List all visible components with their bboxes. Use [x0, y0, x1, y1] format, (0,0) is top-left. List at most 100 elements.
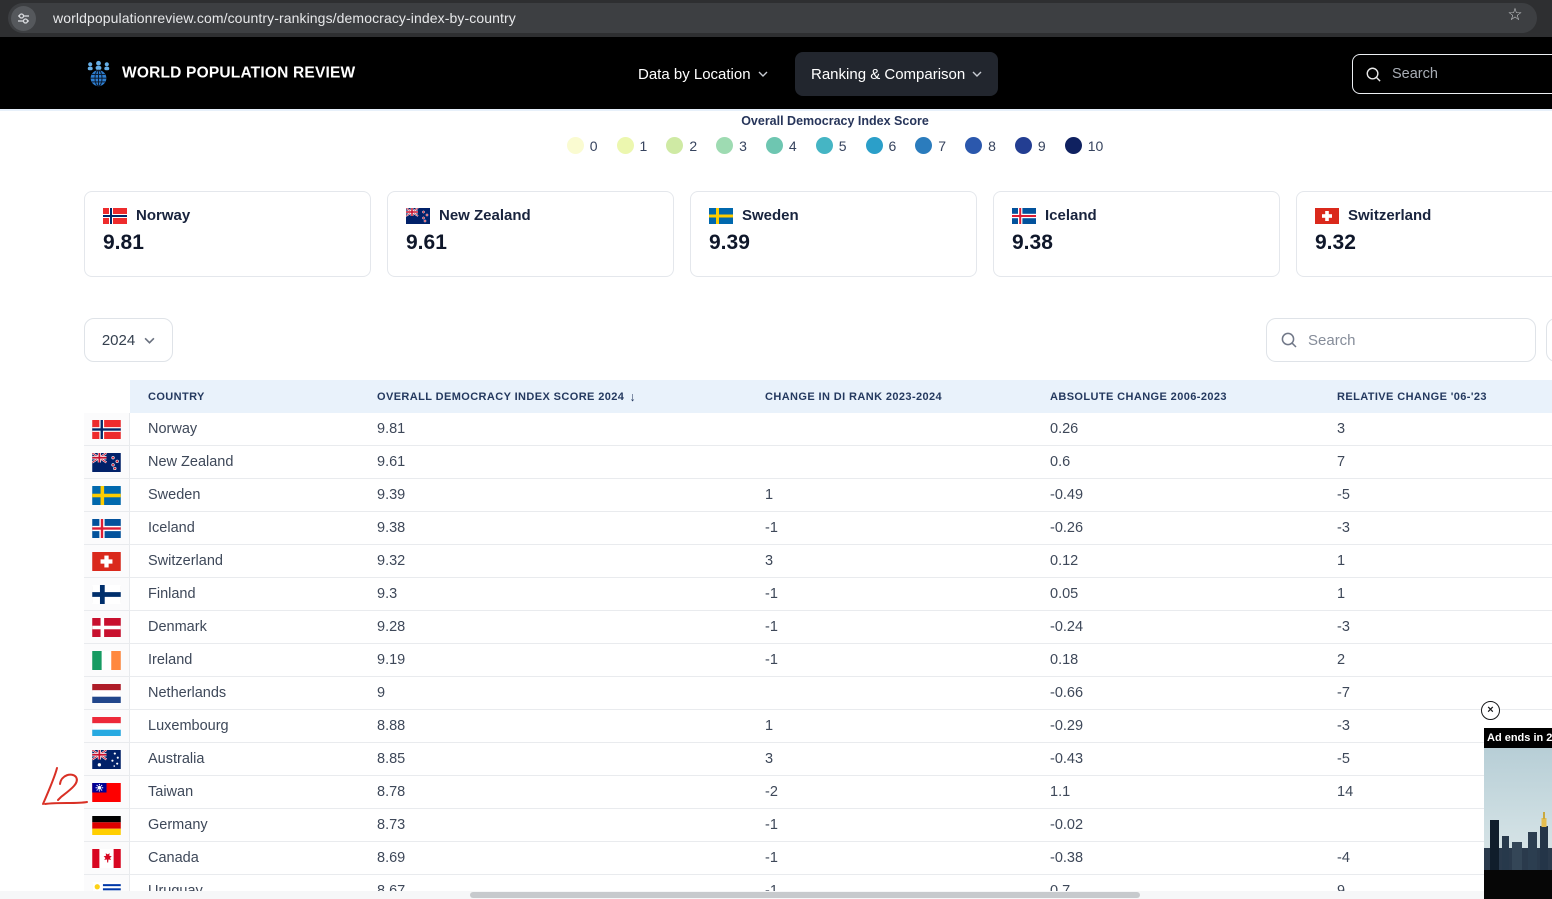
rank-change-cell: -1 — [747, 842, 1032, 874]
flag-cell — [84, 446, 130, 478]
absolute-change-cell: 0.12 — [1032, 545, 1319, 577]
score-cell: 9.3 — [359, 578, 747, 610]
country-name-cell[interactable]: Norway — [130, 413, 359, 445]
country-name-cell[interactable]: Luxembourg — [130, 710, 359, 742]
flag-new-zealand-icon — [406, 208, 430, 224]
country-name-cell[interactable]: Iceland — [130, 512, 359, 544]
table-search-input[interactable] — [1308, 332, 1498, 349]
score-cell: 8.78 — [359, 776, 747, 808]
nav-search-input[interactable] — [1392, 66, 1512, 82]
score-cell: 9.28 — [359, 611, 747, 643]
country-name-cell[interactable]: Taiwan — [130, 776, 359, 808]
column-header-rank-change[interactable]: CHANGE IN DI RANK 2023-2024 — [747, 380, 1032, 413]
country-name-cell[interactable]: Netherlands — [130, 677, 359, 709]
country-name-cell[interactable]: Sweden — [130, 479, 359, 511]
red-pen-annotation — [14, 758, 94, 816]
clipped-control-button[interactable] — [1546, 318, 1552, 362]
column-header-relative-change[interactable]: RELATIVE CHANGE '06-'23 — [1319, 380, 1552, 413]
star-icon[interactable]: ☆ — [1506, 6, 1524, 24]
table-row[interactable]: Germany 8.73 -1 -0.02 — [84, 809, 1552, 842]
table-row[interactable]: Norway 9.81 0.26 3 — [84, 413, 1552, 446]
table-row[interactable]: Netherlands 9 -0.66 -7 — [84, 677, 1552, 710]
country-score-card[interactable]: Norway 9.81 — [84, 191, 371, 277]
nav-search-box[interactable] — [1352, 54, 1552, 94]
country-name-cell[interactable]: Finland — [130, 578, 359, 610]
country-name-cell[interactable]: Denmark — [130, 611, 359, 643]
globe-people-logo-icon — [84, 59, 113, 88]
relative-change-cell: -5 — [1319, 479, 1552, 511]
country-name-cell[interactable]: Switzerland — [130, 545, 359, 577]
site-logo[interactable]: WORLD POPULATION REVIEW — [84, 59, 355, 88]
country-name-cell[interactable]: Ireland — [130, 644, 359, 676]
table-row[interactable]: Taiwan 8.78 -2 1.1 14 — [84, 776, 1552, 809]
legend-item: 1 — [617, 137, 648, 154]
legend-value-label: 0 — [590, 138, 598, 154]
legend-color-dot — [666, 137, 683, 154]
flag-cell — [84, 479, 130, 511]
site-settings-button[interactable] — [11, 6, 36, 31]
ad-skyline-image[interactable] — [1484, 748, 1552, 870]
country-name-cell[interactable]: Canada — [130, 842, 359, 874]
legend-color-dot — [1015, 137, 1032, 154]
year-select[interactable]: 2024 — [84, 318, 173, 362]
card-score-value: 9.39 — [709, 231, 958, 255]
flag-iceland-icon — [92, 519, 121, 538]
flag-denmark-icon — [92, 618, 121, 637]
rank-change-cell — [747, 446, 1032, 478]
ad-banner[interactable]: Ad ends in 2 — [1484, 728, 1552, 899]
table-row[interactable]: Australia 8.85 3 -0.43 -5 — [84, 743, 1552, 776]
site-header: WORLD POPULATION REVIEW Data by Location… — [0, 37, 1552, 111]
table-row[interactable]: Canada 8.69 -1 -0.38 -4 — [84, 842, 1552, 875]
table-row[interactable]: Sweden 9.39 1 -0.49 -5 — [84, 479, 1552, 512]
card-country-name: Switzerland — [1348, 207, 1431, 224]
nav-data-by-location[interactable]: Data by Location — [638, 37, 768, 111]
column-header-score[interactable]: OVERALL DEMOCRACY INDEX SCORE 2024 ↓ — [359, 380, 747, 413]
ad-bottom-strip — [1484, 870, 1552, 899]
country-name-cell[interactable]: Germany — [130, 809, 359, 841]
address-box[interactable]: worldpopulationreview.com/country-rankin… — [8, 3, 1537, 33]
legend-color-dot — [716, 137, 733, 154]
table-row[interactable]: Switzerland 9.32 3 0.12 1 — [84, 545, 1552, 578]
country-score-card[interactable]: Switzerland 9.32 — [1296, 191, 1552, 277]
country-name-cell[interactable]: Australia — [130, 743, 359, 775]
country-name-cell[interactable]: New Zealand — [130, 446, 359, 478]
relative-change-cell: 1 — [1319, 578, 1552, 610]
table-row[interactable]: New Zealand 9.61 0.6 7 — [84, 446, 1552, 479]
flag-ireland-icon — [92, 651, 121, 670]
url-text[interactable]: worldpopulationreview.com/country-rankin… — [53, 10, 516, 26]
flag-cell — [84, 677, 130, 709]
country-score-card[interactable]: Iceland 9.38 — [993, 191, 1280, 277]
rank-change-cell: -1 — [747, 578, 1032, 610]
column-header-country[interactable]: COUNTRY — [130, 380, 359, 413]
ad-close-button[interactable]: × — [1481, 701, 1500, 720]
sort-descending-icon[interactable]: ↓ — [629, 390, 636, 404]
flag-cell — [84, 710, 130, 742]
legend-value-label: 8 — [988, 138, 996, 154]
legend-item: 3 — [716, 137, 747, 154]
column-header-absolute-change[interactable]: ABSOLUTE CHANGE 2006-2023 — [1032, 380, 1319, 413]
country-score-card[interactable]: New Zealand 9.61 — [387, 191, 674, 277]
flag-luxembourg-icon — [92, 717, 121, 736]
rank-change-cell: 3 — [747, 743, 1032, 775]
legend-item: 9 — [1015, 137, 1046, 154]
absolute-change-cell: -0.29 — [1032, 710, 1319, 742]
card-score-value: 9.61 — [406, 231, 655, 255]
flag-netherlands-icon — [92, 684, 121, 703]
legend-item: 8 — [965, 137, 996, 154]
score-cell: 8.69 — [359, 842, 747, 874]
legend-item: 7 — [915, 137, 946, 154]
search-icon — [1365, 66, 1382, 83]
table-search-box[interactable] — [1266, 318, 1536, 362]
card-header: Norway — [103, 207, 352, 224]
relative-change-cell: -7 — [1319, 677, 1552, 709]
legend-value-label: 1 — [640, 138, 648, 154]
table-row[interactable]: Luxembourg 8.88 1 -0.29 -3 — [84, 710, 1552, 743]
table-row[interactable]: Finland 9.3 -1 0.05 1 — [84, 578, 1552, 611]
table-row[interactable]: Iceland 9.38 -1 -0.26 -3 — [84, 512, 1552, 545]
country-score-card[interactable]: Sweden 9.39 — [690, 191, 977, 277]
nav-ranking-comparison[interactable]: Ranking & Comparison — [795, 52, 998, 96]
table-row[interactable]: Ireland 9.19 -1 0.18 2 — [84, 644, 1552, 677]
table-row[interactable]: Denmark 9.28 -1 -0.24 -3 — [84, 611, 1552, 644]
horizontal-scrollbar-thumb[interactable] — [470, 892, 1140, 898]
page: worldpopulationreview.com/country-rankin… — [0, 0, 1552, 899]
